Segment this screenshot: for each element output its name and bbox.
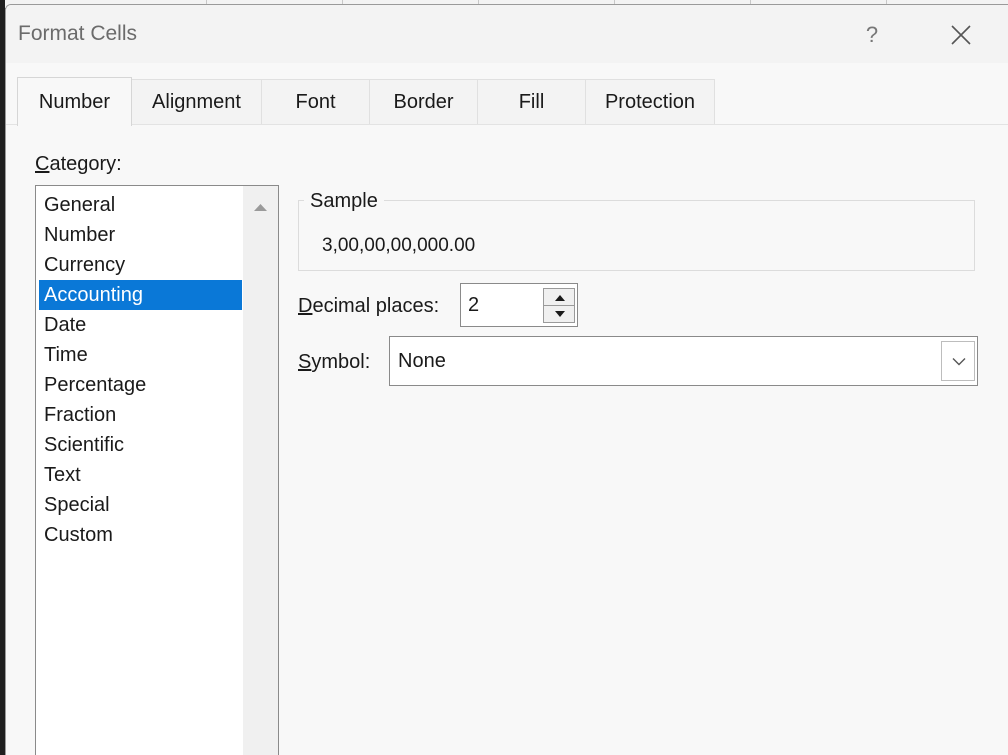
dialog-title: Format Cells [18, 22, 138, 45]
category-scrollbar[interactable] [243, 186, 278, 755]
decrement-button[interactable] [543, 305, 575, 323]
category-item-custom[interactable]: Custom [39, 520, 242, 550]
symbol-select[interactable]: None [389, 336, 978, 386]
symbol-dropdown-button[interactable] [941, 341, 975, 381]
category-item-general[interactable]: General [39, 190, 242, 220]
triangle-up-icon [555, 295, 565, 301]
category-item-currency[interactable]: Currency [39, 250, 242, 280]
increment-button[interactable] [543, 288, 575, 306]
tab-border[interactable]: Border [369, 79, 478, 124]
category-item-special[interactable]: Special [39, 490, 242, 520]
chevron-down-icon [952, 358, 966, 366]
category-item-percentage[interactable]: Percentage [39, 370, 242, 400]
format-cells-dialog: Format Cells ? Number Alignment Font Bor… [5, 4, 1008, 755]
category-item-text[interactable]: Text [39, 460, 242, 490]
close-button[interactable] [938, 17, 984, 53]
decimal-places-value[interactable]: 2 [468, 284, 479, 326]
category-item-scientific[interactable]: Scientific [39, 430, 242, 460]
decimal-places-stepper[interactable]: 2 [460, 283, 578, 327]
tab-alignment[interactable]: Alignment [131, 79, 262, 124]
tab-number[interactable]: Number [17, 77, 132, 126]
tab-strip: Number Alignment Font Border Fill Protec… [6, 77, 1008, 126]
help-icon: ? [865, 22, 879, 47]
category-item-accounting[interactable]: Accounting [39, 280, 242, 310]
scroll-up-arrow-icon [254, 204, 267, 211]
sample-label: Sample [304, 190, 384, 213]
scroll-up-button[interactable] [243, 196, 278, 218]
category-label: Category: [35, 153, 122, 175]
close-icon [951, 25, 971, 45]
sample-value: 3,00,00,00,000.00 [322, 235, 476, 256]
tab-fill[interactable]: Fill [477, 79, 586, 124]
decimal-places-label: Decimal places: [298, 295, 440, 317]
category-item-number[interactable]: Number [39, 220, 242, 250]
dialog-titlebar: Format Cells ? [6, 5, 1008, 63]
category-item-fraction[interactable]: Fraction [39, 400, 242, 430]
category-item-date[interactable]: Date [39, 310, 242, 340]
tab-protection[interactable]: Protection [585, 79, 715, 124]
help-button[interactable]: ? [852, 17, 892, 53]
symbol-value: None [398, 350, 446, 372]
tab-font[interactable]: Font [261, 79, 370, 124]
tab-divider [6, 124, 1008, 125]
category-listbox[interactable]: General Number Currency Accounting Date … [35, 185, 279, 755]
triangle-down-icon [555, 311, 565, 317]
category-item-time[interactable]: Time [39, 340, 242, 370]
symbol-label: Symbol: [298, 351, 371, 373]
